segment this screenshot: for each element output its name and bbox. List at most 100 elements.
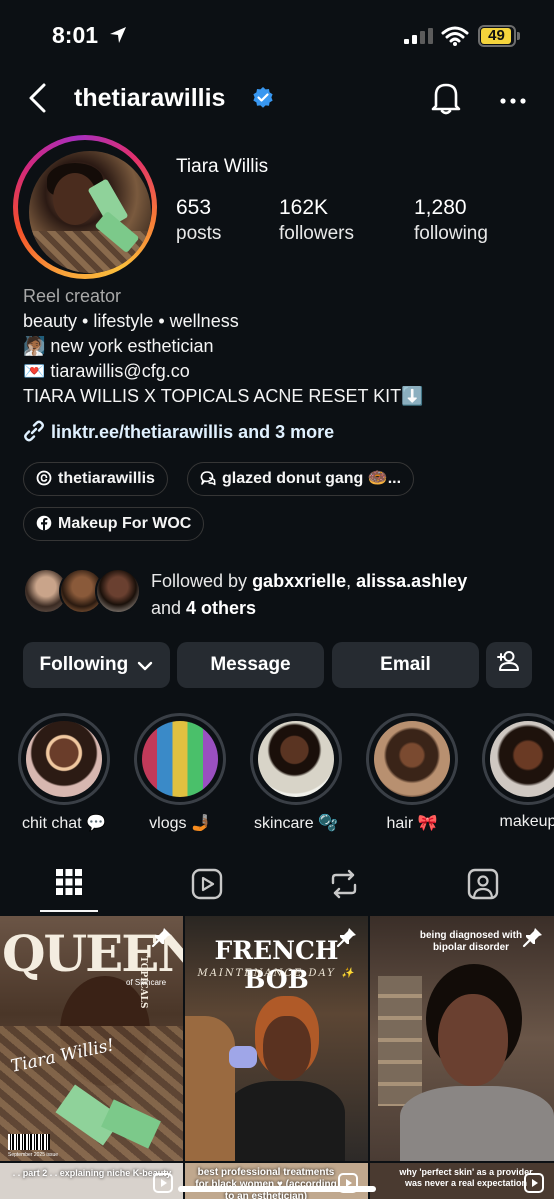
highlight-label: chit chat 💬 bbox=[22, 815, 106, 832]
bio-line: 💌 tiarawillis@cfg.co bbox=[23, 361, 190, 381]
reel-icon bbox=[524, 1173, 544, 1198]
stat-posts[interactable]: 653 posts bbox=[176, 196, 221, 245]
post-cover-title: best professional treatments for black w… bbox=[195, 1167, 337, 1199]
followed-by-and: and bbox=[151, 598, 187, 618]
facebook-icon bbox=[36, 515, 52, 531]
highlight-image bbox=[490, 721, 554, 797]
post-thumbnail[interactable]: . . part 2 . . explaining niche K-beauty bbox=[0, 1163, 183, 1199]
highlight-hair[interactable]: hair 🎀 bbox=[366, 713, 458, 833]
highlight-label: makeup bbox=[499, 813, 554, 830]
wifi-icon bbox=[441, 26, 469, 51]
channel-chip[interactable]: glazed donut gang 🍩... bbox=[187, 462, 415, 496]
profile-full-name: Tiara Willis bbox=[176, 156, 269, 177]
active-tab-indicator bbox=[40, 910, 98, 912]
grid-icon[interactable] bbox=[55, 868, 83, 901]
post-cover-issue: September 2025 issue bbox=[8, 1152, 59, 1158]
highlight-image bbox=[26, 721, 102, 797]
facebook-chip-label: Makeup For WOC bbox=[58, 515, 192, 532]
message-button-label: Message bbox=[210, 654, 291, 675]
highlight-makeup[interactable]: makeup bbox=[482, 713, 554, 831]
profile-header: thetiarawillis bbox=[0, 76, 554, 122]
cellular-signal-icon bbox=[404, 28, 434, 49]
story-ring[interactable] bbox=[13, 135, 157, 279]
barcode bbox=[8, 1134, 50, 1150]
bio-link-text: linktr.ee/thetiarawillis and 3 more bbox=[51, 422, 335, 442]
channel-chip-label: glazed donut gang 🍩... bbox=[222, 470, 402, 487]
battery-percent: 49 bbox=[488, 27, 505, 44]
pin-icon bbox=[151, 926, 173, 953]
highlight-label: skincare 🫧 bbox=[254, 815, 338, 832]
stat-followers-value: 162K bbox=[279, 196, 329, 219]
bio-link[interactable]: linktr.ee/thetiarawillis and 3 more bbox=[23, 420, 334, 443]
post-cover-subtitle: of Skincare bbox=[126, 978, 167, 987]
post-thumbnail[interactable]: QUEEN TOPICALS of Skincare Tiara Willis!… bbox=[0, 916, 183, 1161]
reposts-icon[interactable] bbox=[329, 868, 359, 905]
highlight-skincare[interactable]: skincare 🫧 bbox=[250, 713, 342, 833]
tagged-icon[interactable] bbox=[467, 868, 499, 905]
following-button-label: Following bbox=[39, 654, 129, 675]
following-button[interactable]: Following bbox=[23, 642, 170, 688]
status-time: 8:01 bbox=[52, 22, 99, 48]
suggested-users-button[interactable] bbox=[486, 642, 532, 688]
profile-category: Reel creator bbox=[23, 286, 122, 306]
threads-chip-label: thetiarawillis bbox=[58, 470, 155, 487]
highlight-image bbox=[142, 721, 218, 797]
notification-bell-icon[interactable] bbox=[430, 80, 462, 121]
reels-icon[interactable] bbox=[191, 868, 223, 905]
stat-posts-value: 653 bbox=[176, 196, 212, 219]
profile-tabs bbox=[0, 858, 554, 916]
post-cover-subtitle: MAINTENANCE DAY ✨ bbox=[197, 968, 356, 979]
profile-avatar bbox=[29, 151, 151, 273]
status-bar: 8:01 49 bbox=[0, 0, 554, 72]
message-button[interactable]: Message bbox=[177, 642, 324, 688]
mutual-followers-avatars[interactable] bbox=[23, 568, 143, 616]
bio-line: TIARA WILLIS X TOPICALS ACNE RESET KIT⬇️ bbox=[23, 386, 424, 406]
post-thumbnail[interactable]: why 'perfect skin' as a provider was nev… bbox=[370, 1163, 554, 1199]
battery-indicator: 49 bbox=[478, 25, 520, 47]
location-arrow-icon bbox=[108, 25, 128, 50]
stat-posts-label: posts bbox=[176, 223, 222, 244]
stat-following-label: following bbox=[414, 223, 488, 244]
highlight-image bbox=[258, 721, 334, 797]
post-thumbnail[interactable]: FRENCH BOB MAINTENANCE DAY ✨ bbox=[185, 916, 368, 1161]
followed-by-separator: , bbox=[346, 571, 357, 591]
stat-followers[interactable]: 162K followers bbox=[279, 196, 354, 245]
link-icon bbox=[24, 420, 44, 442]
more-options-icon[interactable] bbox=[500, 92, 526, 110]
add-person-icon bbox=[497, 651, 519, 671]
reel-icon bbox=[153, 1173, 173, 1198]
home-indicator bbox=[178, 1186, 376, 1192]
chevron-down-icon bbox=[138, 661, 153, 671]
email-button-label: Email bbox=[380, 654, 431, 675]
post-thumbnail[interactable]: being diagnosed with bipolar disorder bbox=[370, 916, 554, 1161]
highlight-chit-chat[interactable]: chit chat 💬 bbox=[18, 713, 110, 833]
post-cover-title: why 'perfect skin' as a provider was nev… bbox=[399, 1167, 533, 1188]
broadcast-channel-icon bbox=[200, 471, 216, 486]
bio-line: beauty • lifestyle • wellness bbox=[23, 311, 239, 331]
email-button[interactable]: Email bbox=[332, 642, 479, 688]
followed-by-prefix: Followed by bbox=[151, 571, 253, 591]
mutual-user-2: alissa.ashley bbox=[356, 571, 468, 591]
verified-badge-icon bbox=[251, 86, 275, 115]
highlight-image bbox=[374, 721, 450, 797]
facebook-chip[interactable]: Makeup For WOC bbox=[23, 507, 205, 541]
pin-icon bbox=[336, 926, 358, 953]
header-username: thetiarawillis bbox=[74, 84, 226, 112]
highlight-label: hair 🎀 bbox=[386, 815, 438, 832]
stat-following[interactable]: 1,280 following bbox=[414, 196, 488, 245]
mutual-others: 4 others bbox=[186, 598, 257, 618]
threads-chip[interactable]: thetiarawillis bbox=[23, 462, 168, 496]
threads-icon bbox=[36, 470, 52, 486]
post-cover-title: being diagnosed with bipolar disorder bbox=[419, 930, 523, 953]
bio-line: 🧖🏾 new york esthetician bbox=[23, 336, 214, 356]
highlight-vlogs[interactable]: vlogs 🤳🏾 bbox=[134, 713, 226, 833]
followed-by-text[interactable]: Followed by gabxxrielle, alissa.ashley a… bbox=[151, 568, 541, 622]
pin-icon bbox=[522, 926, 544, 953]
stat-following-value: 1,280 bbox=[414, 196, 467, 219]
mutual-user-1: gabxxrielle bbox=[252, 571, 347, 591]
avatar bbox=[95, 568, 141, 614]
highlight-label: vlogs 🤳🏾 bbox=[149, 815, 211, 832]
post-cover-title: . . part 2 . . explaining niche K-beauty bbox=[12, 1168, 172, 1178]
back-arrow-icon[interactable] bbox=[26, 82, 50, 119]
post-thumbnail[interactable]: best professional treatments for black w… bbox=[185, 1163, 368, 1199]
